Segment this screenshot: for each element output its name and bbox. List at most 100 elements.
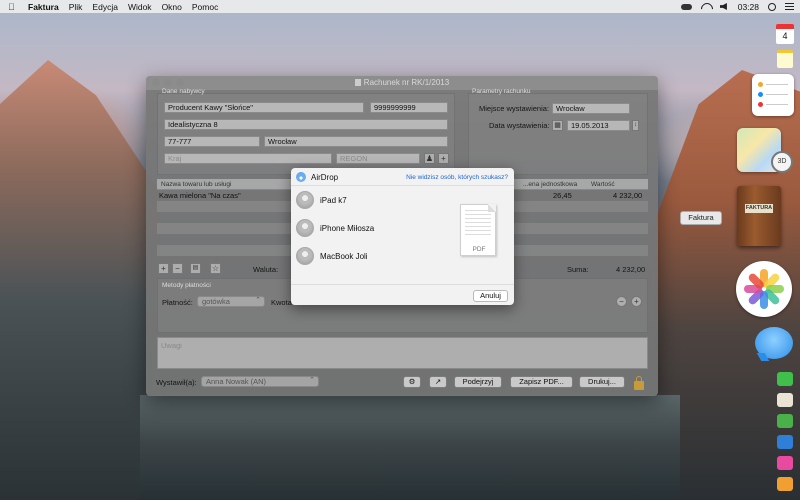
- catalog-icon[interactable]: ▤: [190, 263, 201, 274]
- payments-section-label: Metody płatności: [162, 282, 211, 289]
- add-buyer-button[interactable]: +: [438, 153, 449, 164]
- sum-value: 4 232,00: [616, 265, 646, 274]
- add-payment-button[interactable]: +: [631, 296, 642, 307]
- payment-label: Płatność:: [162, 298, 193, 307]
- volume-icon[interactable]: [719, 3, 727, 10]
- buyer-nip-field[interactable]: 9999999999: [370, 102, 448, 113]
- lock-icon[interactable]: [634, 376, 644, 390]
- col-name-header[interactable]: Nazwa towaru lub usługi: [161, 179, 231, 190]
- date-field[interactable]: 19.05.2013: [567, 120, 630, 131]
- col-unit-price-header[interactable]: ...ena jednostkowa: [523, 179, 577, 190]
- menu-pomoc[interactable]: Pomoc: [192, 2, 218, 12]
- date-stepper[interactable]: ↕: [632, 120, 639, 131]
- wallpaper-mountain-left: [0, 60, 160, 500]
- notes-icon[interactable]: [777, 50, 793, 68]
- calendar-icon[interactable]: 4: [776, 24, 794, 44]
- menu-okno[interactable]: Okno: [162, 2, 182, 12]
- airdrop-title: AirDrop: [311, 173, 339, 182]
- cloud-icon[interactable]: [680, 3, 692, 10]
- dock-tooltip: Faktura: [680, 211, 722, 225]
- wifi-icon[interactable]: [701, 3, 711, 11]
- ibooks-icon[interactable]: [777, 477, 793, 491]
- facetime-icon[interactable]: [777, 372, 793, 386]
- airdrop-help-link[interactable]: Nie widzisz osób, których szukasz?: [406, 174, 508, 181]
- device-name: iPhone Miłosza: [320, 224, 375, 233]
- col-value-header[interactable]: Wartość: [591, 179, 615, 190]
- notification-center-icon[interactable]: [785, 3, 794, 10]
- faktura-icon-label: FAKTURA: [745, 204, 773, 213]
- keynote-icon[interactable]: [777, 435, 793, 449]
- place-field[interactable]: Wrocław: [552, 103, 630, 114]
- window-title: Rachunek nr RK/1/2013: [363, 78, 450, 87]
- buyer-regon-field[interactable]: REGON: [336, 153, 420, 164]
- add-item-button[interactable]: +: [158, 263, 169, 274]
- itunes-icon[interactable]: [777, 456, 793, 470]
- buyer-street-field[interactable]: Idealistyczna 8: [164, 119, 448, 130]
- amount-label: Kwota: [271, 298, 292, 307]
- document-icon: [354, 79, 361, 86]
- row-value: 4 232,00: [613, 191, 643, 200]
- menu-plik[interactable]: Plik: [69, 2, 83, 12]
- menu-widok[interactable]: Widok: [128, 2, 152, 12]
- spotlight-search-icon[interactable]: [768, 2, 776, 11]
- pdf-file-icon: PDF: [460, 204, 496, 256]
- airdrop-device[interactable]: iPad k7: [296, 191, 446, 211]
- settings-gear-icon[interactable]: ⚙: [403, 376, 421, 388]
- remove-item-button[interactable]: −: [172, 263, 183, 274]
- buyer-city-field[interactable]: Wrocław: [264, 136, 448, 147]
- menu-bar:  Faktura Plik Edycja Widok Okno Pomoc 0…: [0, 0, 800, 13]
- page-lines: [465, 210, 491, 238]
- airdrop-device[interactable]: iPhone Miłosza: [296, 219, 446, 239]
- numbers-icon[interactable]: [777, 414, 793, 428]
- airdrop-header: AirDrop Nie widzisz osób, których szukas…: [291, 168, 514, 186]
- place-label: Miejsce wystawienia:: [479, 104, 550, 113]
- buyer-name-field[interactable]: Producent Kawy "Słońce": [164, 102, 364, 113]
- pdf-label: PDF: [472, 246, 486, 253]
- currency-label: Waluta:: [253, 265, 279, 274]
- sheet-divider: [291, 284, 514, 285]
- zoom-window-button[interactable]: [176, 79, 184, 87]
- faktura-app-icon[interactable]: FAKTURA: [737, 186, 781, 246]
- airdrop-device[interactable]: MacBook Joli: [296, 247, 446, 267]
- menu-edycja[interactable]: Edycja: [92, 2, 118, 12]
- buyer-section-label: Dane nabywcy: [162, 88, 205, 95]
- issuer-select[interactable]: Anna Nowak (AN): [201, 376, 319, 387]
- issuer-label: Wystawił(a):: [156, 378, 197, 387]
- preview-button[interactable]: Podejrzyj: [454, 376, 502, 388]
- remove-payment-button[interactable]: −: [616, 296, 627, 307]
- share-icon[interactable]: ↗: [429, 376, 447, 388]
- row-item-name: Kawa mielona "Na czas": [159, 191, 241, 200]
- window-titlebar: Rachunek nr RK/1/2013: [146, 76, 658, 90]
- buyer-country-field[interactable]: Kraj: [164, 153, 332, 164]
- notes-textarea[interactable]: Uwagi: [157, 337, 648, 369]
- date-label: Data wystawienia:: [489, 121, 550, 130]
- apple-menu-icon[interactable]: : [8, 2, 18, 12]
- maps-3d-icon[interactable]: 3D: [771, 151, 793, 173]
- buyer-postal-field[interactable]: 77-777: [164, 136, 260, 147]
- avatar: [296, 191, 314, 209]
- photos-icon[interactable]: [736, 261, 792, 317]
- close-window-button[interactable]: [152, 79, 160, 87]
- airdrop-icon: [296, 172, 306, 182]
- payment-method-select[interactable]: gotówka: [197, 296, 265, 307]
- wallpaper-valley: [140, 395, 680, 500]
- cancel-button[interactable]: Anuluj: [473, 290, 508, 302]
- device-name: MacBook Joli: [320, 252, 368, 261]
- avatar: [296, 219, 314, 237]
- row-unit-price: 26,45: [553, 191, 572, 200]
- minimize-window-button[interactable]: [164, 79, 172, 87]
- save-pdf-button[interactable]: Zapisz PDF...: [510, 376, 573, 388]
- params-section-label: Parametry rachunku: [472, 88, 531, 95]
- clock[interactable]: 03:28: [738, 2, 759, 12]
- avatar: [296, 247, 314, 265]
- device-name: iPad k7: [320, 196, 347, 205]
- print-button[interactable]: Drukuj...: [579, 376, 625, 388]
- sum-label: Suma:: [567, 265, 589, 274]
- reminders-icon[interactable]: [752, 74, 794, 116]
- menu-app-name[interactable]: Faktura: [28, 2, 59, 12]
- pages-icon[interactable]: [777, 393, 793, 407]
- contact-person-icon[interactable]: ♟: [424, 153, 435, 164]
- messages-icon[interactable]: [755, 327, 793, 359]
- favorite-star-icon[interactable]: ☆: [210, 263, 221, 274]
- calendar-icon[interactable]: ▦: [552, 120, 563, 131]
